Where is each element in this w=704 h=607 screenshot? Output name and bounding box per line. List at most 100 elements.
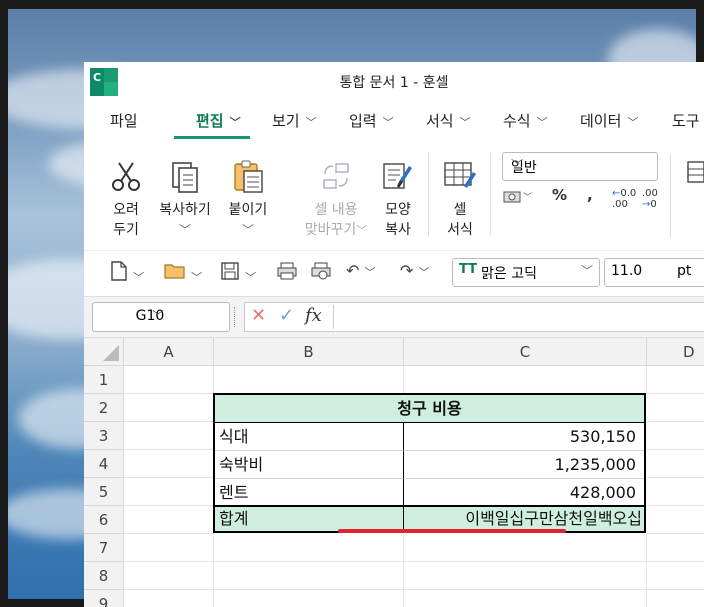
undo-button[interactable]: ↶ ﹀ <box>346 261 376 280</box>
cell-a1[interactable] <box>124 366 214 394</box>
formula-input[interactable]: ✕ ✓ fx <box>244 302 704 332</box>
name-box[interactable]: G10 ﹀ <box>92 302 230 332</box>
cell-style-label-1: 셀 <box>453 202 467 218</box>
scissors-icon <box>112 162 140 191</box>
tab-tools[interactable]: 도구 <box>672 110 700 131</box>
cell-a5[interactable] <box>124 478 214 506</box>
item-value-cell[interactable]: 530,150 <box>404 423 644 451</box>
cell-d6[interactable] <box>647 506 704 534</box>
row-header-9[interactable]: 9 <box>84 590 124 607</box>
cell-d7[interactable] <box>647 534 704 562</box>
redo-button[interactable]: ↷ ﹀ <box>400 261 430 280</box>
cell-b7[interactable] <box>214 534 404 562</box>
undo-icon: ↶ <box>346 261 360 280</box>
row-header-6[interactable]: 6 <box>84 506 124 534</box>
item-label-cell[interactable]: 숙박비 <box>215 451 404 479</box>
arrow-left-icon: ←0.0 <box>612 188 637 199</box>
paste-icon <box>234 160 263 193</box>
chevron-down-icon: ﹀ <box>511 158 524 172</box>
tab-data[interactable]: 데이터 ﹀ <box>580 110 638 131</box>
cell-d9[interactable] <box>647 590 704 607</box>
tab-formula[interactable]: 수식 ﹀ <box>503 110 548 131</box>
ribbon-divider <box>490 152 491 236</box>
font-select[interactable]: TT 맑은 고딕 ﹀ <box>452 258 600 287</box>
save-button[interactable]: ﹀ <box>220 261 256 285</box>
row-header-4[interactable]: 4 <box>84 450 124 478</box>
cell-d8[interactable] <box>647 562 704 590</box>
format-painter-button[interactable]: 모양 복사 <box>376 160 420 240</box>
tab-format[interactable]: 서식 ﹀ <box>426 110 471 131</box>
select-all-corner[interactable] <box>84 338 124 366</box>
row-header-3[interactable]: 3 <box>84 422 124 450</box>
cell-a7[interactable] <box>124 534 214 562</box>
total-value-cell[interactable]: 이백일십구만삼천일백오십 <box>404 507 644 531</box>
cell-d4[interactable] <box>647 450 704 478</box>
print-button[interactable] <box>276 261 298 285</box>
cell-c8[interactable] <box>404 562 647 590</box>
cell-d5[interactable] <box>647 478 704 506</box>
cell-c9[interactable] <box>404 590 647 607</box>
paste-button[interactable]: 붙이기 ﹀ <box>224 160 272 240</box>
copy-button[interactable]: 복사하기 ﹀ <box>154 160 216 240</box>
item-label-cell[interactable]: 식대 <box>215 423 404 451</box>
tab-insert[interactable]: 입력 ﹀ <box>349 110 394 131</box>
column-header-d[interactable]: D <box>647 338 704 366</box>
cell-c7[interactable] <box>404 534 647 562</box>
swap-cell-content-button[interactable]: 셀 내용 맞바꾸기﹀ <box>294 160 378 241</box>
percent-button[interactable]: % <box>552 186 567 204</box>
table-icon[interactable] <box>684 158 704 196</box>
chevron-down-icon: ﹀ <box>382 116 394 129</box>
tab-file[interactable]: 파일 <box>110 110 138 131</box>
new-document-button[interactable]: ﹀ <box>110 261 144 285</box>
cell-a2[interactable] <box>124 394 214 422</box>
cell-d3[interactable] <box>647 422 704 450</box>
item-label-cell[interactable]: 렌트 <box>215 479 404 507</box>
cut-button[interactable]: 오려 두기 <box>104 160 148 240</box>
column-header-b[interactable]: B <box>214 338 404 366</box>
font-size-select[interactable]: 11.0 pt <box>604 258 704 287</box>
function-icon[interactable]: fx <box>305 305 322 326</box>
number-format-select[interactable]: 일반 ﹀ <box>502 152 658 181</box>
increase-decimal-button[interactable]: .00 →0 <box>642 188 658 210</box>
print-preview-icon <box>311 262 331 280</box>
row-header-5[interactable]: 5 <box>84 478 124 506</box>
splitter-handle[interactable] <box>234 307 237 327</box>
item-value-cell[interactable]: 428,000 <box>404 479 644 507</box>
row-header-2[interactable]: 2 <box>84 394 124 422</box>
cell-d2[interactable] <box>647 394 704 422</box>
chevron-down-icon: ﹀ <box>191 271 203 284</box>
cancel-icon[interactable]: ✕ <box>251 305 266 326</box>
comma-button[interactable]: , <box>587 186 593 204</box>
row-header-1[interactable]: 1 <box>84 366 124 394</box>
cell-d1[interactable] <box>647 366 704 394</box>
confirm-icon[interactable]: ✓ <box>279 305 294 326</box>
cell-a4[interactable] <box>124 450 214 478</box>
table-title-cell[interactable]: 청구 비용 <box>215 395 644 423</box>
tab-view[interactable]: 보기 ﹀ <box>272 110 317 131</box>
column-header-a[interactable]: A <box>124 338 214 366</box>
row-header-8[interactable]: 8 <box>84 562 124 590</box>
active-tab-indicator <box>174 136 250 139</box>
cell-a6[interactable] <box>124 506 214 534</box>
cell-b8[interactable] <box>214 562 404 590</box>
chevron-down-icon: ﹀ <box>418 266 430 279</box>
cell-b1[interactable] <box>214 366 404 394</box>
cell-b9[interactable] <box>214 590 404 607</box>
cell-a8[interactable] <box>124 562 214 590</box>
chevron-down-icon: ﹀ <box>178 223 191 237</box>
column-header-c[interactable]: C <box>404 338 647 366</box>
item-value-cell[interactable]: 1,235,000 <box>404 451 644 479</box>
row-header-7[interactable]: 7 <box>84 534 124 562</box>
print-preview-button[interactable] <box>310 261 332 285</box>
cell-a9[interactable] <box>124 590 214 607</box>
decrease-decimal-button[interactable]: ←0.0 .00 <box>612 188 636 210</box>
currency-format-button[interactable]: ﹀ <box>502 186 532 210</box>
chevron-down-icon: ﹀ <box>151 309 164 323</box>
cell-a3[interactable] <box>124 422 214 450</box>
cell-style-button[interactable]: 셀 서식 <box>438 160 482 240</box>
total-label-cell[interactable]: 합계 <box>215 507 404 531</box>
open-button[interactable]: ﹀ <box>164 261 202 285</box>
chevron-down-icon: ﹀ <box>241 223 254 237</box>
cell-c1[interactable] <box>404 366 647 394</box>
tab-edit[interactable]: 편집 ﹀ <box>196 110 241 131</box>
